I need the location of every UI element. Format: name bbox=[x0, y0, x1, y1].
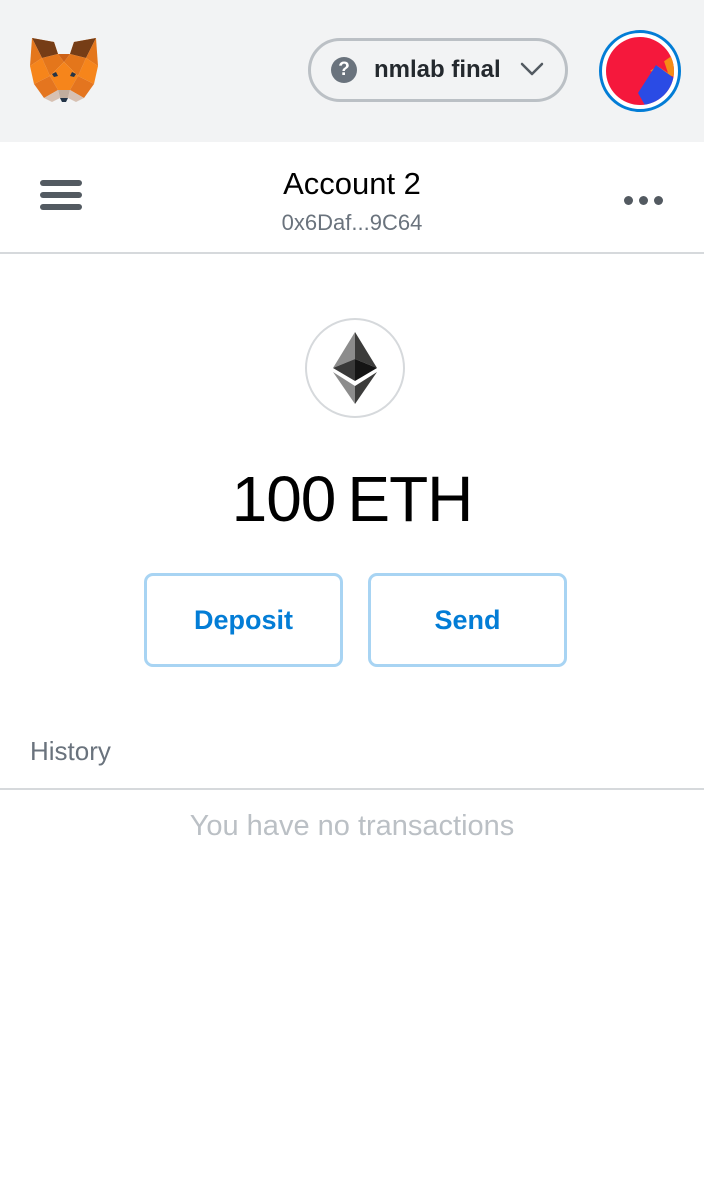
network-selector[interactable]: ? nmlab final bbox=[308, 38, 568, 102]
account-name[interactable]: Account 2 bbox=[0, 166, 704, 202]
balance-display: 100 ETH bbox=[0, 462, 704, 536]
send-button[interactable]: Send bbox=[368, 573, 567, 667]
history-heading: History bbox=[30, 736, 111, 766]
question-circle-icon[interactable]: ? bbox=[331, 57, 357, 83]
deposit-button[interactable]: Deposit bbox=[144, 573, 343, 667]
account-bar: Account 2 0x6Daf...9C64 bbox=[0, 142, 704, 254]
metamask-fox-icon[interactable] bbox=[28, 36, 100, 104]
history-divider bbox=[0, 788, 704, 790]
chevron-down-icon bbox=[520, 62, 544, 76]
account-address[interactable]: 0x6Daf...9C64 bbox=[0, 210, 704, 236]
more-options-icon[interactable] bbox=[624, 192, 672, 205]
account-avatar-button[interactable] bbox=[599, 30, 681, 112]
balance-amount: 100 bbox=[231, 463, 337, 535]
empty-transactions-message: You have no transactions bbox=[189, 810, 515, 842]
network-name: nmlab final bbox=[374, 56, 501, 83]
account-identicon bbox=[606, 37, 674, 105]
balance-unit: ETH bbox=[347, 463, 473, 535]
ethereum-icon bbox=[305, 318, 405, 418]
app-header: ? nmlab final bbox=[0, 0, 704, 142]
